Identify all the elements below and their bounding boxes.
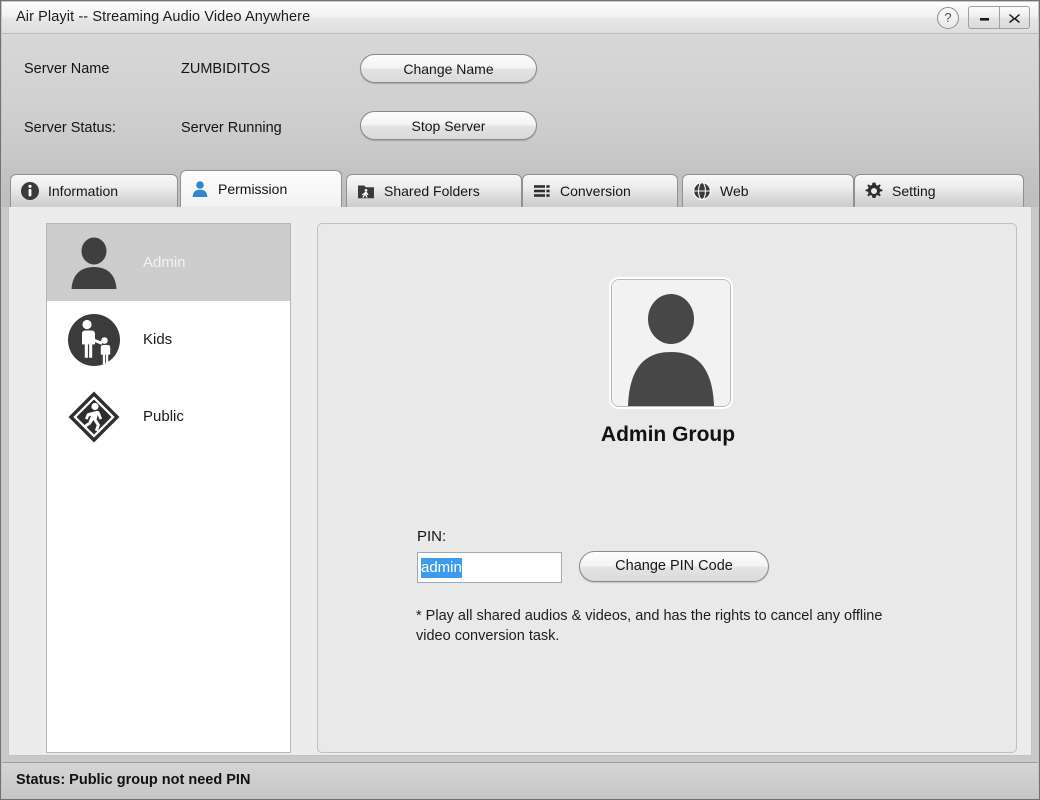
group-list: Admin Kids Public	[46, 223, 291, 753]
group-list-item-label: Kids	[143, 331, 173, 348]
help-icon[interactable]: ?	[937, 6, 959, 29]
content-area: Admin Kids Public Admin Group PIN: admin…	[2, 207, 1038, 762]
tab-label: Setting	[892, 183, 936, 199]
gear-icon	[865, 182, 883, 199]
pin-label: PIN:	[417, 528, 447, 545]
group-avatar	[611, 279, 731, 407]
permission-panel: Admin Kids Public Admin Group PIN: admin…	[8, 207, 1032, 756]
user-silhouette-large-icon	[612, 280, 730, 406]
server-name-label: Server Name	[24, 61, 110, 77]
server-status-label: Server Status:	[24, 120, 116, 136]
pin-input[interactable]: admin	[417, 552, 562, 583]
title-bar: Air Playit -- Streaming Audio Video Anyw…	[2, 2, 1038, 34]
tab-conversion[interactable]: Conversion	[522, 174, 678, 207]
group-description: * Play all shared audios & videos, and h…	[416, 608, 883, 644]
change-pin-code-button[interactable]: Change PIN Code	[579, 551, 769, 582]
status-text: Status: Public group not need PIN	[16, 772, 251, 788]
group-list-item-label: Admin	[143, 254, 186, 271]
server-status-value: Server Running	[181, 120, 282, 136]
stop-server-button[interactable]: Stop Server	[360, 111, 537, 140]
group-list-item-admin[interactable]: Admin	[47, 224, 290, 301]
server-name-value: ZUMBIDITOS	[181, 61, 271, 77]
tab-label: Web	[720, 183, 749, 199]
tab-permission[interactable]: Permission	[180, 170, 342, 207]
application-window: Air Playit -- Streaming Audio Video Anyw…	[0, 0, 1040, 800]
pedestrian-diamond-icon	[68, 391, 120, 442]
list-icon	[534, 185, 550, 197]
globe-icon	[693, 182, 711, 200]
group-title: Admin Group	[600, 423, 736, 446]
pin-input-value: admin	[421, 558, 462, 578]
status-bar: Status: Public group not need PIN	[2, 762, 1038, 799]
info-circle-icon	[21, 182, 39, 200]
folder-person-icon	[358, 185, 374, 199]
tab-label: Shared Folders	[384, 183, 480, 199]
server-header: Server Name ZUMBIDITOS Change Name Serve…	[2, 34, 1038, 168]
tab-information[interactable]: Information	[10, 174, 178, 207]
group-detail-panel: Admin Group PIN: admin Change PIN Code *…	[317, 223, 1017, 753]
tab-web[interactable]: Web	[682, 174, 854, 207]
tab-label: Information	[48, 183, 119, 199]
tab-setting[interactable]: Setting	[854, 174, 1024, 207]
tab-label: Permission	[218, 181, 288, 197]
window-title: Air Playit -- Streaming Audio Video Anyw…	[16, 9, 311, 25]
adult-child-circle-icon	[68, 313, 120, 366]
group-list-item-kids[interactable]: Kids	[47, 301, 290, 378]
tab-shared-folders[interactable]: Shared Folders	[346, 174, 522, 207]
tab-label: Conversion	[560, 183, 631, 199]
window-controls: ?	[937, 6, 1030, 29]
close-icon	[1009, 14, 1020, 23]
person-icon	[192, 181, 208, 197]
group-list-item-public[interactable]: Public	[47, 378, 290, 455]
minimize-icon	[979, 18, 989, 21]
change-name-button[interactable]: Change Name	[360, 54, 537, 83]
tab-strip: Information Permission Shared Folders Co…	[2, 168, 1038, 207]
close-button[interactable]	[999, 6, 1030, 29]
user-silhouette-icon	[71, 237, 117, 289]
minimize-button[interactable]	[968, 6, 999, 29]
group-list-item-label: Public	[143, 408, 184, 425]
